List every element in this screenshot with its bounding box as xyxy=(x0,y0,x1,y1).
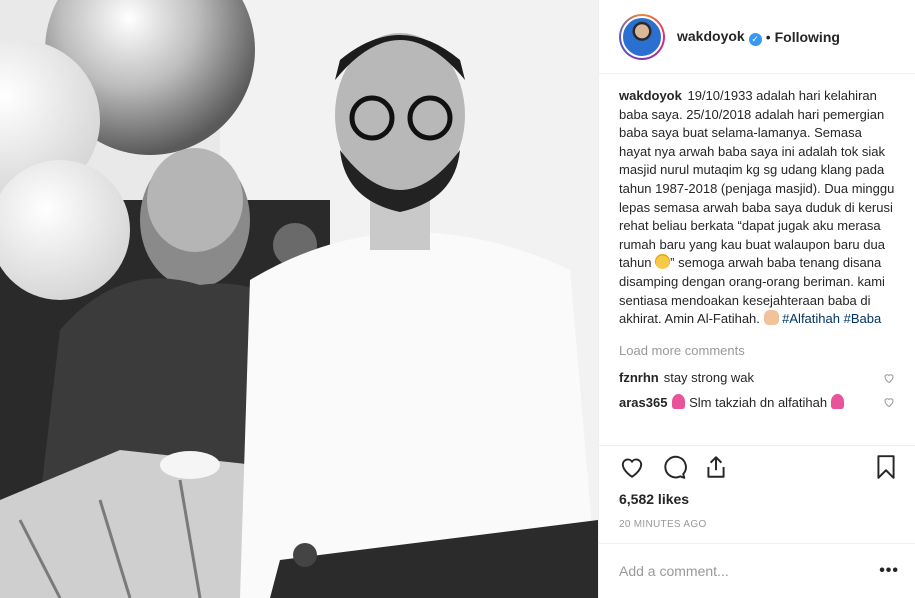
crying-face-icon xyxy=(655,254,671,270)
post-username[interactable]: wakdoyok ✓ xyxy=(677,28,762,46)
comment-bubble-icon[interactable] xyxy=(661,454,687,480)
comment-text: Slm takziah dn alfatihah xyxy=(689,394,828,410)
post-sidebar: wakdoyok ✓ • Following wakdoyok 19/10/193… xyxy=(598,0,915,598)
tulip-icon xyxy=(830,393,844,409)
username-text[interactable]: wakdoyok xyxy=(677,28,745,44)
more-options-icon[interactable]: ••• xyxy=(879,562,899,580)
post-actions-bar xyxy=(599,445,915,487)
avatar-image xyxy=(621,15,663,58)
hashtag-baba[interactable]: #Baba xyxy=(844,311,882,326)
like-comment-heart-icon[interactable] xyxy=(883,372,895,384)
post-caption: wakdoyok 19/10/1933 adalah hari kelahira… xyxy=(619,87,895,329)
verified-badge-icon: ✓ xyxy=(748,32,762,46)
praying-hands-icon xyxy=(763,310,779,326)
save-bookmark-icon[interactable] xyxy=(873,454,899,480)
separator-dot: • xyxy=(765,28,771,45)
comment-row: aras365 Slm takziah dn alfatihah xyxy=(619,390,895,414)
caption-username[interactable]: wakdoyok xyxy=(619,88,682,103)
comment-row: fznrhn stay strong wak xyxy=(619,366,895,390)
hashtag-alfatihah[interactable]: #Alfatihah xyxy=(782,311,840,326)
tulip-icon xyxy=(672,393,686,409)
post-timestamp[interactable]: 20 MINUTES AGO xyxy=(599,513,915,543)
like-comment-heart-icon[interactable] xyxy=(883,396,895,408)
comments-section: wakdoyok 19/10/1933 adalah hari kelahira… xyxy=(599,74,915,445)
like-heart-icon[interactable] xyxy=(619,454,645,480)
comment-username[interactable]: fznrhn xyxy=(619,370,659,385)
post-modal: wakdoyok ✓ • Following wakdoyok 19/10/193… xyxy=(0,0,915,598)
share-icon[interactable] xyxy=(703,454,729,480)
following-button[interactable]: Following xyxy=(775,29,840,45)
post-header: wakdoyok ✓ • Following xyxy=(599,0,915,74)
add-comment-input[interactable] xyxy=(619,563,880,579)
comment-username[interactable]: aras365 xyxy=(619,395,667,410)
add-comment-bar: ••• xyxy=(599,543,915,598)
comment-text: stay strong wak xyxy=(663,370,755,386)
load-more-comments-button[interactable]: Load more comments xyxy=(619,343,895,358)
likes-count[interactable]: 6,582 likes xyxy=(599,487,915,513)
post-photo[interactable] xyxy=(0,0,598,598)
post-image xyxy=(0,0,598,598)
caption-text-1: 19/10/1933 adalah hari kelahiran baba sa… xyxy=(619,88,895,271)
avatar[interactable] xyxy=(619,13,665,60)
